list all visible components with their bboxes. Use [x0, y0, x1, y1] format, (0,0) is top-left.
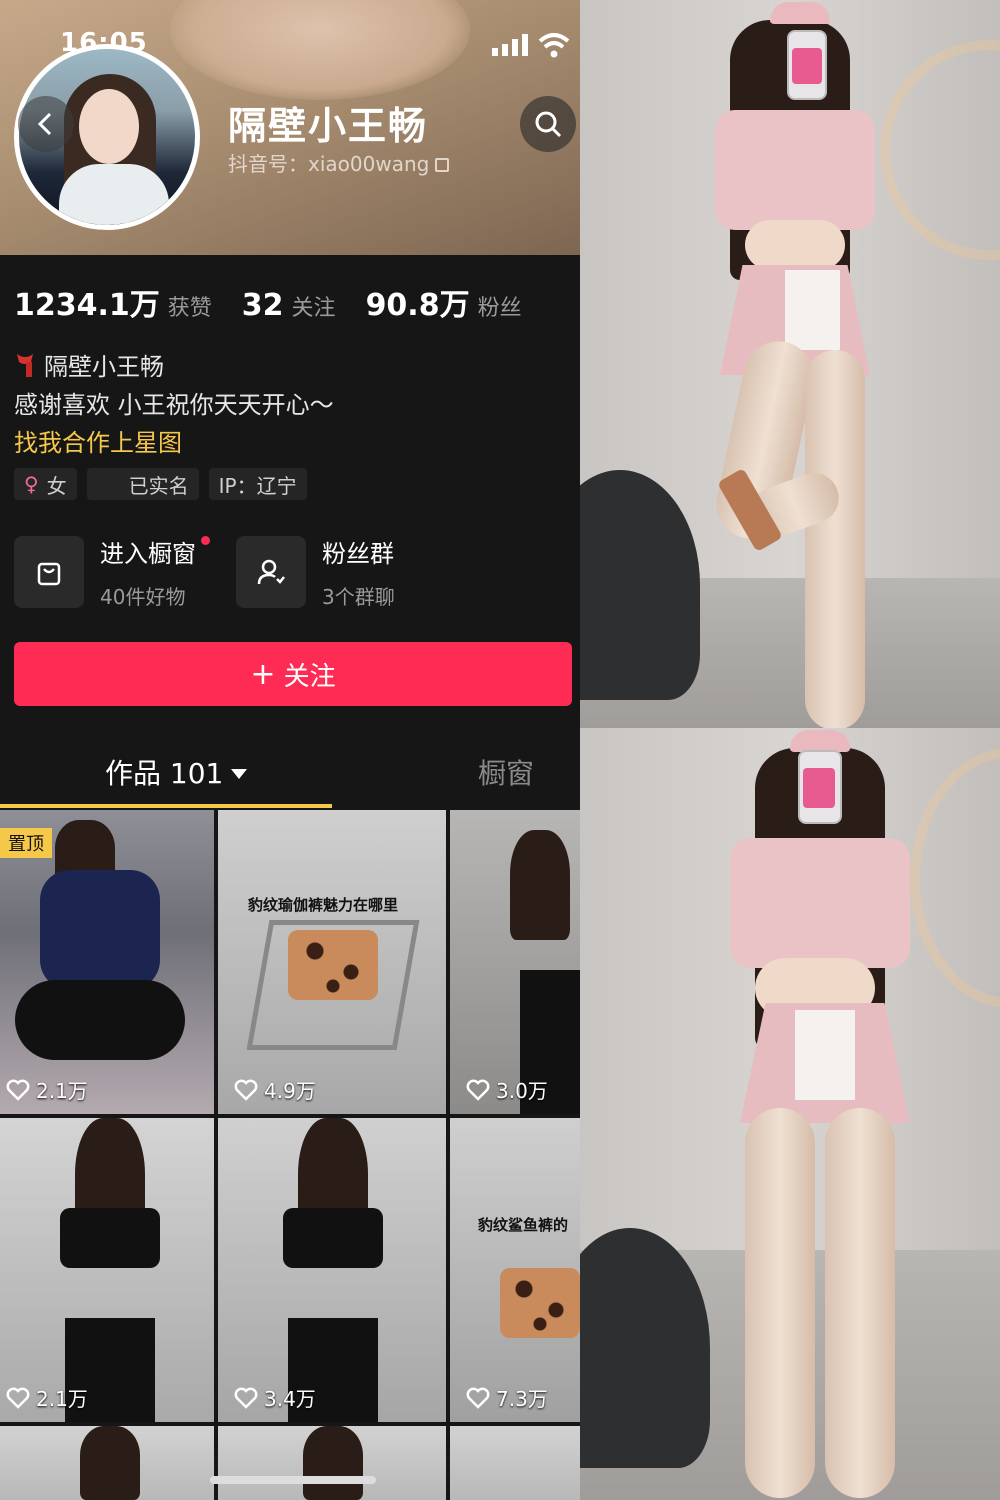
video-tile[interactable]: 3.0万	[450, 810, 580, 1114]
gender-tag: ♀ 女	[14, 468, 77, 500]
likes-text: 4.9万	[264, 1079, 316, 1103]
video-tile[interactable]	[450, 1426, 580, 1500]
follow-button[interactable]: + 关注	[14, 642, 572, 706]
shop-window-card[interactable]: 进入橱窗 40件好物	[14, 534, 210, 610]
bio-line-2: 感谢喜欢 小王祝你天天开心～	[14, 391, 334, 419]
likes-count: 2.1万	[6, 1075, 88, 1104]
card-subtitle: 3个群聊	[322, 585, 395, 609]
stat-value: 32	[241, 288, 284, 323]
heart-icon	[466, 1079, 490, 1101]
video-tile[interactable]	[218, 1426, 446, 1500]
group-chat-icon	[257, 559, 285, 585]
plus-icon: +	[250, 656, 276, 692]
signal-icon	[492, 34, 528, 56]
likes-count: 2.1万	[6, 1383, 88, 1412]
card-icon-box	[236, 536, 306, 608]
verified-tag[interactable]: 已实名	[86, 468, 199, 500]
tab-indicator	[0, 804, 332, 808]
wifi-icon	[538, 33, 570, 58]
stat-value: 90.8万	[365, 288, 470, 323]
likes-text: 3.4万	[264, 1387, 316, 1411]
douyin-id-text: 抖音号：xiao00wang	[228, 152, 430, 176]
bio-name: 隔壁小王畅	[44, 353, 164, 381]
home-indicator	[210, 1476, 376, 1484]
card-title-text: 进入橱窗	[100, 540, 196, 568]
likes-count: 3.0万	[466, 1075, 548, 1104]
likes-text: 3.0万	[496, 1079, 548, 1103]
profile-name: 隔壁小王畅	[228, 104, 429, 148]
video-tile[interactable]: 3.4万	[218, 1118, 446, 1422]
video-tile[interactable]: 2.1万	[0, 1118, 214, 1422]
likes-text: 2.1万	[36, 1079, 88, 1103]
follow-label: 关注	[283, 661, 336, 692]
back-button[interactable]	[18, 96, 74, 152]
card-icon-box	[14, 536, 84, 608]
tab-shop-window[interactable]: 橱窗	[478, 752, 534, 792]
stat-followers[interactable]: 90.8万 粉丝	[366, 280, 522, 324]
bio: 隔壁小王畅 感谢喜欢 小王祝你天天开心～ 找我合作上星图	[14, 348, 334, 462]
stat-following[interactable]: 32 关注	[242, 288, 336, 323]
heart-icon	[6, 1387, 30, 1409]
pinned-badge: 置顶	[0, 828, 52, 858]
heart-icon	[6, 1079, 30, 1101]
content-tabs: 作品 101 橱窗	[0, 740, 580, 808]
tags-row: ♀ 女 已实名 IP：辽宁	[14, 468, 317, 500]
search-icon	[535, 111, 562, 138]
ip-tag: IP：辽宁	[208, 468, 307, 500]
stat-likes: 1234.1万 获赞	[14, 280, 212, 324]
profile-screen: 16:05 隔壁小王畅 抖音号：xiao00wang 1234.1万 获赞 32 关…	[0, 0, 580, 1500]
tab-works-label: 作品 101	[105, 757, 224, 790]
notification-dot	[201, 536, 210, 545]
video-tile[interactable]: 豹纹鲨鱼裤的 7.3万	[450, 1118, 580, 1422]
likes-count: 3.4万	[234, 1383, 316, 1412]
video-tile[interactable]: 豹纹瑜伽裤魅力在哪里 4.9万	[218, 810, 446, 1114]
chevron-left-icon	[37, 112, 52, 136]
female-icon: ♀	[24, 472, 39, 496]
video-tile[interactable]	[0, 1426, 214, 1500]
feature-cards: 进入橱窗 40件好物 粉丝群 3个群聊	[14, 534, 435, 610]
likes-count: 7.3万	[466, 1383, 548, 1412]
likes-text: 7.3万	[496, 1387, 548, 1411]
bio-line-1: 隔壁小王畅	[14, 348, 334, 386]
copy-icon[interactable]	[435, 158, 450, 172]
fan-group-card[interactable]: 粉丝群 3个群聊	[236, 534, 395, 610]
caret-down-icon	[231, 769, 248, 779]
video-caption: 豹纹鲨鱼裤的	[478, 1216, 569, 1234]
card-title: 粉丝群	[322, 540, 394, 568]
photo-top	[580, 0, 1000, 728]
shopping-bag-icon	[37, 562, 61, 586]
tag-text: IP：辽宁	[218, 473, 297, 498]
tag-text: 女	[46, 473, 67, 498]
stats-row: 1234.1万 获赞 32 关注 90.8万 粉丝	[14, 280, 552, 324]
tag-text: 已实名	[128, 473, 189, 498]
stat-label: 获赞	[167, 296, 212, 321]
video-tile[interactable]: 置顶 2.1万	[0, 810, 214, 1114]
card-title: 进入橱窗	[100, 534, 210, 569]
scarf-emoji-icon	[17, 354, 33, 377]
stat-label: 粉丝	[477, 296, 522, 321]
likes-text: 2.1万	[36, 1387, 88, 1411]
tab-works[interactable]: 作品 101	[105, 752, 248, 792]
search-button[interactable]	[520, 96, 576, 152]
heart-icon	[234, 1079, 258, 1101]
heart-icon	[234, 1387, 258, 1409]
likes-count: 4.9万	[234, 1075, 316, 1104]
profile-id[interactable]: 抖音号：xiao00wang	[228, 148, 450, 177]
video-caption: 豹纹瑜伽裤魅力在哪里	[248, 896, 399, 914]
heart-icon	[466, 1387, 490, 1409]
stat-value: 1234.1万	[14, 288, 160, 323]
photo-bottom	[580, 728, 1000, 1500]
card-subtitle: 40件好物	[100, 585, 186, 609]
bio-link[interactable]: 找我合作上星图	[14, 424, 334, 462]
stat-label: 关注	[291, 296, 336, 321]
verified-icon	[97, 474, 121, 494]
